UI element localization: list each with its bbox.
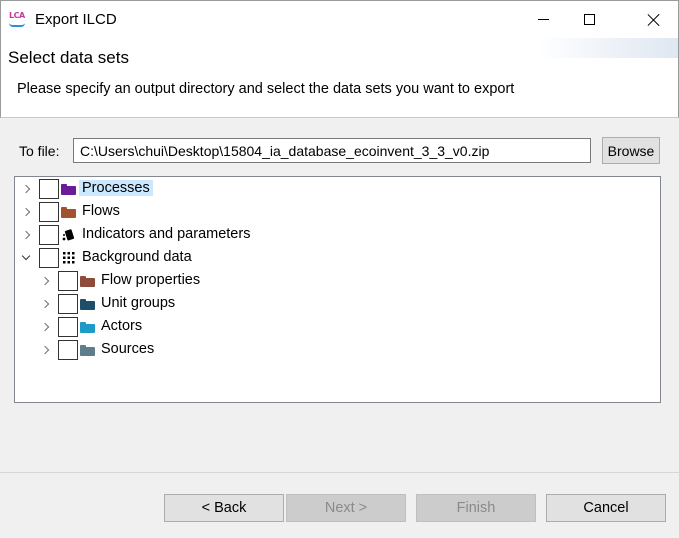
flows-checkbox[interactable] <box>39 202 59 222</box>
tree-item-flows[interactable]: Flows <box>15 201 660 223</box>
window-title: Export ILCD <box>35 11 117 28</box>
unit-groups-checkbox[interactable] <box>58 294 78 314</box>
flow-properties-checkbox[interactable] <box>58 271 78 291</box>
expand-chevron-icon[interactable] <box>21 178 32 200</box>
expand-chevron-icon[interactable] <box>40 270 51 292</box>
indicators-checkbox[interactable] <box>39 225 59 245</box>
folder-icon <box>80 299 95 310</box>
indicator-icon <box>62 229 75 241</box>
tree-item-label: Unit groups <box>101 295 176 311</box>
output-file-input[interactable] <box>73 138 591 163</box>
background-data-checkbox[interactable] <box>39 248 59 268</box>
tree-item-label: Flows <box>82 203 120 219</box>
tree-item-sources[interactable]: Sources <box>15 339 660 361</box>
data-set-tree[interactable]: Processes Flows Indicators and parameter… <box>14 176 661 403</box>
folder-icon <box>61 207 76 218</box>
to-file-label: To file: <box>19 143 60 159</box>
sources-checkbox[interactable] <box>58 340 78 360</box>
expand-chevron-icon[interactable] <box>40 293 51 315</box>
close-icon <box>647 13 661 27</box>
close-button[interactable] <box>629 1 679 38</box>
tree-item-unit-groups[interactable]: Unit groups <box>15 293 660 315</box>
folder-icon <box>80 322 95 333</box>
tree-item-actors[interactable]: Actors <box>15 316 660 338</box>
page-description: Please specify an output directory and s… <box>17 81 515 97</box>
folder-icon <box>61 184 76 195</box>
minimize-icon <box>537 19 549 20</box>
tree-item-background-data[interactable]: Background data <box>15 247 660 269</box>
header-banner-decoration <box>538 38 678 58</box>
tree-item-processes[interactable]: Processes <box>15 178 660 200</box>
tree-item-label: Processes <box>79 180 153 196</box>
cancel-button[interactable]: Cancel <box>546 494 666 522</box>
actors-checkbox[interactable] <box>58 317 78 337</box>
browse-button[interactable]: Browse <box>602 137 660 164</box>
processes-checkbox[interactable] <box>39 179 59 199</box>
finish-button[interactable]: Finish <box>416 494 536 522</box>
tree-item-flow-properties[interactable]: Flow properties <box>15 270 660 292</box>
title-bar: LCA Export ILCD <box>0 0 679 38</box>
expand-chevron-icon[interactable] <box>21 224 32 246</box>
next-button[interactable]: Next > <box>286 494 406 522</box>
maximize-icon <box>583 14 595 25</box>
back-button[interactable]: < Back <box>164 494 284 522</box>
tree-item-indicators-and-parameters[interactable]: Indicators and parameters <box>15 224 660 246</box>
tree-item-label: Flow properties <box>101 272 201 288</box>
tree-item-label: Sources <box>101 341 155 357</box>
folder-icon <box>80 276 95 287</box>
expand-chevron-icon[interactable] <box>40 339 51 361</box>
minimize-button[interactable] <box>520 1 566 38</box>
tree-item-label: Actors <box>101 318 143 334</box>
lca-app-icon: LCA <box>9 11 25 27</box>
wizard-header: Select data sets Please specify an outpu… <box>0 38 679 118</box>
grid-icon <box>63 252 75 264</box>
collapse-chevron-icon[interactable] <box>21 247 31 269</box>
button-bar-separator <box>0 472 679 473</box>
expand-chevron-icon[interactable] <box>40 316 51 338</box>
maximize-button[interactable] <box>566 1 612 38</box>
folder-icon <box>80 345 95 356</box>
expand-chevron-icon[interactable] <box>21 201 32 223</box>
page-title: Select data sets <box>8 48 129 67</box>
tree-item-label: Background data <box>82 249 192 265</box>
tree-item-label: Indicators and parameters <box>82 226 251 242</box>
